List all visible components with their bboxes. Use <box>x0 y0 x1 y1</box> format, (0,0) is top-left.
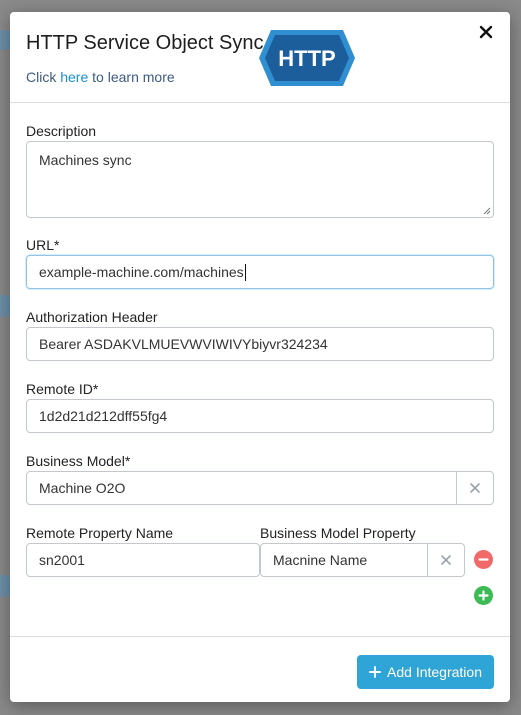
add-integration-button[interactable]: Add Integration <box>357 655 494 689</box>
http-logo: HTTP <box>259 30 355 86</box>
text-caret <box>244 263 246 281</box>
description-textarea[interactable]: Machines sync <box>26 141 494 218</box>
http-logo-text: HTTP <box>278 46 335 71</box>
model-property-clear-button[interactable] <box>427 543 465 577</box>
model-property-select[interactable]: Macnine Name <box>260 543 428 577</box>
background-chip <box>0 30 10 50</box>
add-integration-label: Add Integration <box>387 664 482 680</box>
modal-title: HTTP Service Object Sync <box>26 32 264 54</box>
url-label: URL* <box>26 237 60 253</box>
http-sync-modal: HTTP Service Object Sync Click here to l… <box>10 12 510 702</box>
resize-handle-icon[interactable] <box>483 207 491 215</box>
description-label: Description <box>26 123 97 139</box>
url-input[interactable]: example-machine.com/machines <box>26 255 494 289</box>
plus-icon <box>478 590 489 601</box>
business-model-clear-button[interactable] <box>456 471 494 505</box>
modal-footer: Add Integration <box>10 636 510 702</box>
description-value: Machines sync <box>39 152 132 168</box>
learn-more-text: Click here to learn more <box>26 69 175 85</box>
learn-more-link[interactable]: here <box>60 69 88 85</box>
learn-more-suffix: to learn more <box>88 69 175 85</box>
clear-icon <box>470 483 480 493</box>
remote-property-header: Remote Property Name <box>26 525 174 541</box>
url-value: example-machine.com/machines <box>39 264 244 280</box>
business-model-value: Machine O2O <box>39 480 126 496</box>
authorization-label: Authorization Header <box>26 309 158 325</box>
remove-row-button[interactable] <box>474 550 493 569</box>
remote-id-input[interactable]: 1d2d21d212dff55fg4 <box>26 399 494 433</box>
model-property-header: Business Model Property <box>260 525 416 541</box>
modal-header: HTTP Service Object Sync Click here to l… <box>10 12 510 103</box>
close-button[interactable] <box>474 20 498 44</box>
close-icon <box>479 25 493 39</box>
background-chip <box>0 295 10 317</box>
minus-icon <box>478 558 489 561</box>
remote-property-value: sn2001 <box>39 552 85 568</box>
clear-icon <box>441 555 451 565</box>
business-model-select[interactable]: Machine O2O <box>26 471 457 505</box>
plus-icon <box>369 666 382 678</box>
model-property-value: Macnine Name <box>273 552 368 568</box>
learn-more-prefix: Click <box>26 69 61 85</box>
business-model-label: Business Model* <box>26 453 131 469</box>
authorization-value: Bearer ASDAKVLMUEVWVIWIVYbiyvr324234 <box>39 336 328 352</box>
authorization-input[interactable]: Bearer ASDAKVLMUEVWVIWIVYbiyvr324234 <box>26 327 494 361</box>
remote-property-input[interactable]: sn2001 <box>26 543 260 577</box>
background-chip <box>0 575 10 597</box>
add-row-button[interactable] <box>474 586 493 605</box>
remote-id-value: 1d2d21d212dff55fg4 <box>39 408 168 424</box>
remote-id-label: Remote ID* <box>26 381 99 397</box>
